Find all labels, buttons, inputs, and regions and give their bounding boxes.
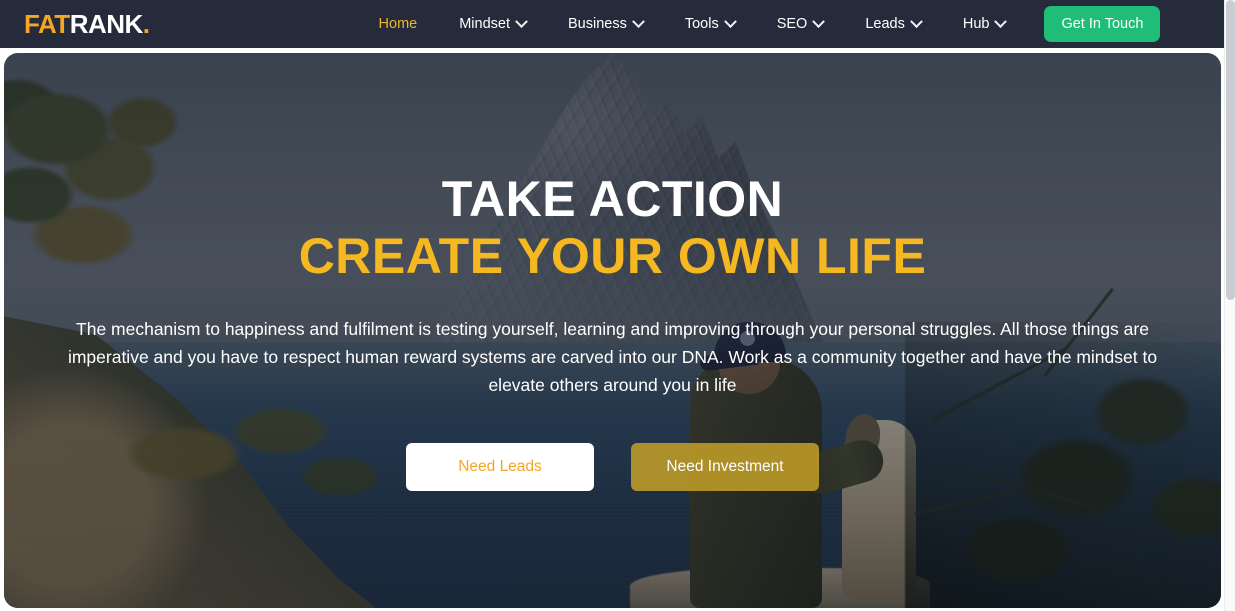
nav-item-seo-label: SEO: [776, 16, 808, 32]
nav-item-home-label: Home: [378, 16, 418, 32]
hero-headline-secondary: CREATE YOUR OWN LIFE: [298, 228, 927, 284]
logo-text-rank: RANK: [69, 9, 144, 39]
chevron-down-icon: [723, 14, 737, 28]
hero-paragraph: The mechanism to happiness and fulfilmen…: [67, 319, 1158, 395]
scrollbar-thumb[interactable]: [1226, 0, 1235, 300]
chevron-down-icon: [994, 14, 1008, 28]
nav-item-leads[interactable]: Leads: [844, 0, 942, 48]
nav-item-tools-label: Tools: [684, 16, 719, 32]
hero-content: TAKE ACTION CREATE YOUR OWN LIFE The mec…: [4, 53, 1221, 608]
hero-banner: TAKE ACTION CREATE YOUR OWN LIFE The mec…: [4, 53, 1221, 608]
hero-headline-primary: TAKE ACTION: [441, 171, 784, 227]
chevron-down-icon: [909, 14, 923, 28]
page-scrollbar[interactable]: [1224, 0, 1235, 611]
main-navigation: Home Mindset Business Tools SEO Leads Hu…: [358, 0, 1161, 48]
nav-item-mindset-label: Mindset: [459, 16, 510, 32]
hero-section: TAKE ACTION CREATE YOUR OWN LIFE The mec…: [0, 48, 1235, 611]
get-in-touch-button[interactable]: Get In Touch: [1044, 6, 1161, 42]
nav-item-leads-label: Leads: [865, 16, 905, 32]
nav-item-hub[interactable]: Hub: [942, 0, 1027, 48]
site-logo[interactable]: FATRANK.: [24, 11, 150, 37]
nav-item-business-label: Business: [568, 16, 627, 32]
nav-item-tools[interactable]: Tools: [664, 0, 756, 48]
logo-text-dot: .: [142, 9, 150, 39]
nav-item-hub-label: Hub: [962, 16, 990, 32]
logo-text-fat: FAT: [24, 9, 70, 39]
hero-button-group: Need Leads Need Investment: [406, 443, 819, 491]
chevron-down-icon: [812, 14, 826, 28]
chevron-down-icon: [631, 14, 645, 28]
need-investment-button[interactable]: Need Investment: [631, 443, 819, 491]
nav-item-seo[interactable]: SEO: [756, 0, 845, 48]
need-leads-button[interactable]: Need Leads: [406, 443, 594, 491]
nav-item-home[interactable]: Home: [358, 0, 439, 48]
site-header: FATRANK. Home Mindset Business Tools SEO…: [0, 0, 1235, 48]
nav-item-business[interactable]: Business: [547, 0, 664, 48]
nav-item-mindset[interactable]: Mindset: [438, 0, 547, 48]
chevron-down-icon: [515, 14, 528, 28]
